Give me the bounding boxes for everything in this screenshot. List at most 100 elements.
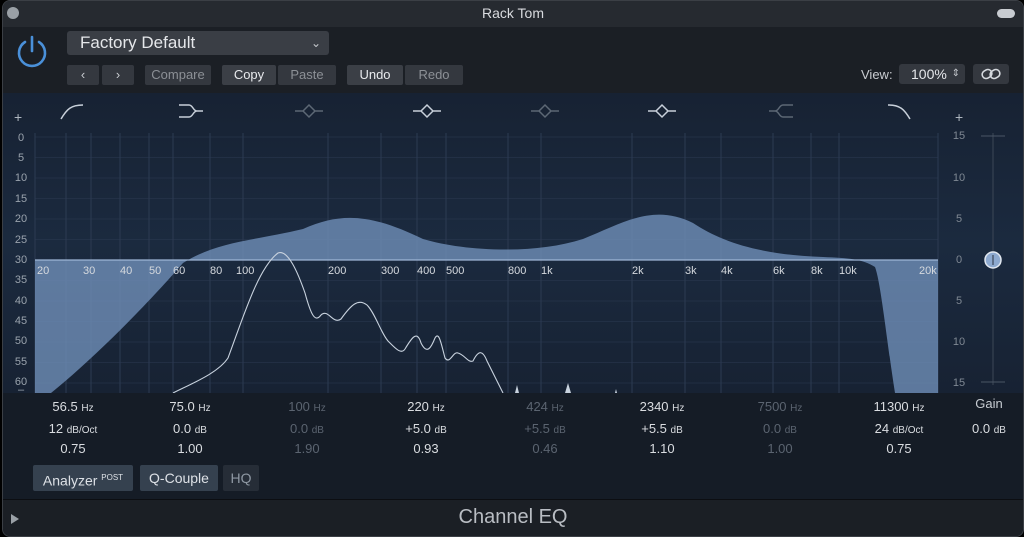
band-frequency[interactable]: 75.0 [169,399,194,414]
band-parameters: 56.5 Hz 12 dB/Oct 0.75 75.0 Hz 0.0 dB 1.… [3,393,1023,463]
eq-curve-display[interactable] [3,93,1023,393]
right-scale-label: 10 [952,336,966,348]
view-zoom-value: 100% [911,66,947,82]
band-q[interactable]: 1.00 [177,441,202,456]
left-scale-label: 10 [14,172,28,184]
unit: dB [434,425,447,436]
next-preset-button[interactable]: › [102,65,134,85]
copy-button[interactable]: Copy [222,65,276,85]
compare-button[interactable]: Compare [145,65,211,85]
link-button[interactable] [973,64,1009,84]
unit: dB [553,425,566,436]
preset-label: Factory Default [80,33,196,52]
link-icon [981,68,1001,80]
freq-label: 10k [839,265,857,277]
highshelf-band-icon[interactable] [767,101,795,121]
redo-button[interactable]: Redo [405,65,463,85]
power-icon[interactable] [13,33,51,71]
right-scale-label: 15 [952,130,966,142]
band-frequency[interactable]: 7500 [758,399,787,414]
band-q[interactable]: 0.93 [413,441,438,456]
prev-preset-button[interactable]: ‹ [67,65,99,85]
left-scale-label: 20 [14,213,28,225]
window-pill-icon[interactable] [997,9,1015,18]
gain-value: 0.0 [972,421,991,436]
band-frequency[interactable]: 56.5 [52,399,77,414]
band-frequency[interactable]: 2340 [640,399,669,414]
band-q[interactable]: 1.10 [649,441,674,456]
left-scale-label: 30 [14,254,28,266]
unit: Hz [672,403,685,414]
band-q[interactable]: 0.75 [60,441,85,456]
hq-button[interactable]: HQ [223,465,259,491]
unit: Hz [551,403,564,414]
right-scale-plus[interactable]: + [955,109,963,125]
freq-label: 300 [381,265,400,277]
q-couple-button[interactable]: Q-Couple [140,465,218,491]
gain-value-field[interactable]: 0.0 dB [963,421,1015,436]
analyzer-peaks [515,383,617,393]
freq-label: 400 [417,265,436,277]
band-frequency[interactable]: 11300 [873,399,908,414]
band-gain[interactable]: 24 [875,421,889,436]
unit: Hz [790,403,803,414]
preset-dropdown[interactable]: Factory Default ⌄ [67,31,329,55]
analyzer-post-label: POST [101,473,124,482]
freq-label: 200 [328,265,347,277]
analyzer-button[interactable]: Analyzer POST [33,465,133,491]
unit: dB [670,425,683,436]
left-scale-label: 0 [17,132,25,144]
band-frequency[interactable]: 100 [288,399,310,414]
freq-label: 60 [173,265,186,277]
unit: dB/Oct [892,425,924,436]
left-scale-label: 55 [14,356,28,368]
gain-label: Gain [975,396,1003,411]
band-gain[interactable]: 0.0 [763,421,781,436]
left-scale-label: 35 [14,274,28,286]
bell-band-icon[interactable] [411,101,443,121]
band-gain[interactable]: 0.0 [290,421,308,436]
band-frequency[interactable]: 424 [526,399,548,414]
band-gain[interactable]: +5.5 [524,421,550,436]
band-q[interactable]: 0.75 [886,441,911,456]
band-q[interactable]: 0.46 [532,441,557,456]
undo-button[interactable]: Undo [347,65,403,85]
view-label: View: [861,67,893,82]
unit: dB [194,425,207,436]
band-frequency[interactable]: 220 [407,399,429,414]
eq-graph[interactable]: + 0 5 10 15 20 25 30 35 40 45 50 55 60 –… [3,93,1023,396]
lowshelf-band-icon[interactable] [177,101,205,121]
bell-band-icon[interactable] [529,101,561,121]
chevron-down-icon: ⌄ [310,36,321,50]
left-scale-label: 50 [14,335,28,347]
freq-label: 4k [721,265,733,277]
freq-label: 80 [210,265,223,277]
band-gain[interactable]: 12 [49,421,63,436]
unit: dB [784,425,797,436]
bell-band-icon[interactable] [646,101,678,121]
band-q[interactable]: 1.00 [767,441,792,456]
band-gain[interactable]: +5.5 [641,421,667,436]
titlebar: Rack Tom [3,1,1023,27]
band-gain[interactable]: +5.0 [405,421,431,436]
freq-label: 500 [446,265,465,277]
bell-band-icon[interactable] [293,101,325,121]
band-gain[interactable]: 0.0 [173,421,191,436]
gain-slider-knob[interactable] [982,249,1004,271]
lowcut-band-icon[interactable] [59,101,85,121]
left-scale-label: 45 [14,315,28,327]
band-q[interactable]: 1.90 [294,441,319,456]
left-scale-label: 15 [14,193,28,205]
view-zoom-select[interactable]: 100% ⇕ [899,64,965,84]
highcut-band-icon[interactable] [886,101,912,121]
right-scale-label: 10 [952,172,966,184]
right-scale-label: 15 [952,377,966,389]
right-scale-label: 0 [955,254,963,266]
left-scale-plus[interactable]: + [14,109,22,125]
freq-label: 800 [508,265,527,277]
paste-button[interactable]: Paste [278,65,336,85]
unit: dB/Oct [66,425,98,436]
left-scale-label: 5 [17,152,25,164]
freq-label: 8k [811,265,823,277]
stepper-icon: ⇕ [951,68,960,79]
